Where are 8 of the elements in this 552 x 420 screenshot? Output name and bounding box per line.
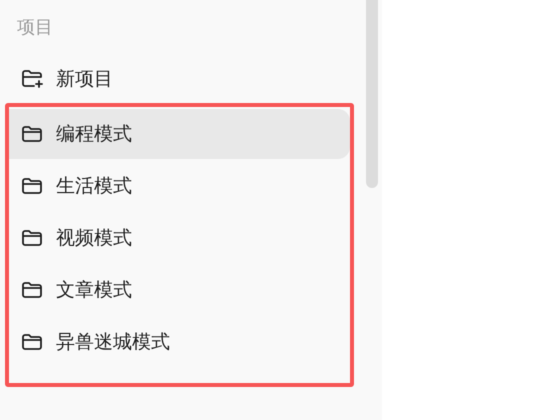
new-project-item[interactable]: 新项目 (0, 54, 382, 103)
section-title: 项目 (17, 16, 53, 39)
project-item[interactable]: 编程模式 (9, 109, 350, 159)
project-item[interactable]: 文章模式 (9, 265, 350, 315)
project-item[interactable]: 视频模式 (9, 213, 350, 263)
project-item[interactable]: 异兽迷城模式 (9, 317, 350, 367)
project-item[interactable]: 生活模式 (9, 161, 350, 211)
scrollbar-thumb[interactable] (366, 0, 378, 188)
